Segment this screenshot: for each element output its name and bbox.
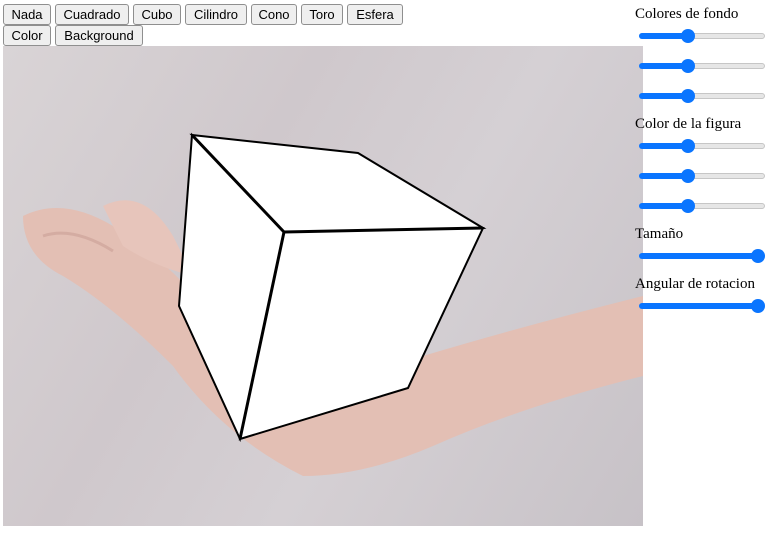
ar-scene bbox=[23, 132, 643, 476]
bg-green-slider[interactable] bbox=[639, 58, 765, 74]
background-button[interactable]: Background bbox=[55, 25, 143, 46]
bg-blue-slider[interactable] bbox=[639, 88, 765, 104]
rotation-label: Angular de rotacion bbox=[635, 276, 755, 292]
toro-button[interactable]: Toro bbox=[301, 4, 343, 25]
cono-button[interactable]: Cono bbox=[251, 4, 297, 25]
size-slider[interactable] bbox=[639, 248, 765, 264]
color-button[interactable]: Color bbox=[3, 25, 51, 46]
size-label: Tamaño bbox=[635, 226, 684, 242]
esfera-button[interactable]: Esfera bbox=[347, 4, 403, 25]
shape-color-label: Color de la figura bbox=[635, 116, 742, 132]
cuadrado-button[interactable]: Cuadrado bbox=[55, 4, 129, 25]
cubo-button[interactable]: Cubo bbox=[133, 4, 181, 25]
shape-red-slider[interactable] bbox=[639, 138, 765, 154]
nada-button[interactable]: Nada bbox=[3, 4, 51, 25]
camera-canvas[interactable] bbox=[3, 46, 643, 526]
cilindro-button[interactable]: Cilindro bbox=[185, 4, 247, 25]
shape-green-slider[interactable] bbox=[639, 168, 765, 184]
bg-red-slider[interactable] bbox=[639, 28, 765, 44]
rotation-slider[interactable] bbox=[639, 298, 765, 314]
shape-blue-slider[interactable] bbox=[639, 198, 765, 214]
background-colors-label: Colores de fondo bbox=[635, 6, 739, 22]
